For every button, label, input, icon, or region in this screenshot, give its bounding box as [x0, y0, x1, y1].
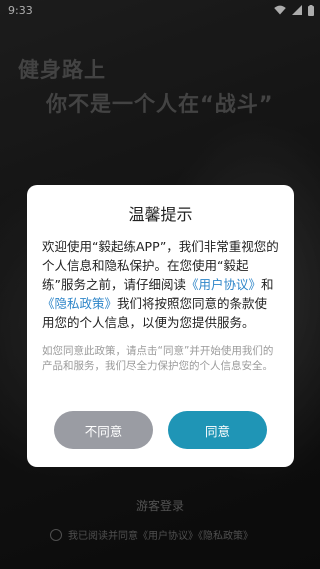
dialog-button-row: 不同意 同意: [27, 411, 294, 449]
privacy-policy-link[interactable]: 《隐私政策》: [42, 296, 117, 311]
privacy-dialog: 温馨提示 欢迎使用“毅起练APP”，我们非常重视您的个人信息和隐私保护。在您使用…: [27, 185, 294, 467]
user-agreement-link[interactable]: 《用户协议》: [186, 277, 261, 292]
dialog-note: 如您同意此政策，请点击“同意”并开始使用我们的产品和服务，我们尽全力保护您的个人…: [42, 345, 274, 372]
dialog-body-and: 和: [261, 277, 274, 292]
disagree-button[interactable]: 不同意: [54, 411, 153, 449]
agree-button[interactable]: 同意: [168, 411, 267, 449]
dialog-body: 欢迎使用“毅起练APP”，我们非常重视您的个人信息和隐私保护。在您使用“毅起练”…: [42, 237, 279, 332]
dialog-title: 温馨提示: [128, 205, 193, 224]
